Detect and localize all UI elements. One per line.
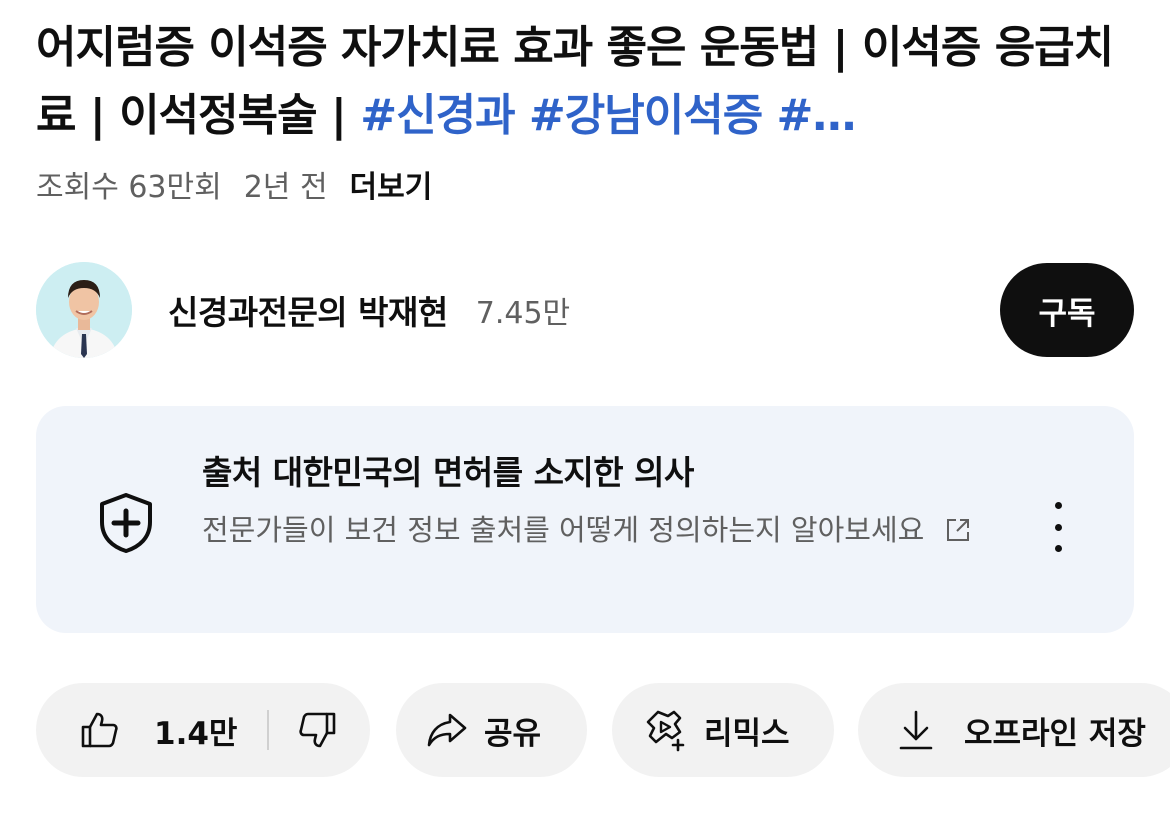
share-button[interactable]: 공유 — [396, 683, 587, 777]
view-count: 조회수 63만회 — [36, 170, 222, 205]
video-title[interactable]: 어지럼증 이석증 자가치료 효과 좋은 운동법 | 이석증 응급치료 | 이석정… — [36, 14, 1136, 150]
thumbs-down-icon[interactable] — [297, 710, 337, 750]
remix-button[interactable]: 리믹스 — [612, 683, 834, 777]
channel-avatar[interactable] — [36, 262, 132, 358]
subscribe-button[interactable]: 구독 — [1000, 263, 1134, 357]
share-icon — [427, 713, 467, 747]
more-button[interactable]: 더보기 — [350, 168, 433, 208]
download-icon — [899, 710, 933, 750]
doctor-avatar-icon — [36, 262, 132, 358]
channel-name[interactable]: 신경과전문의 박재현 — [168, 286, 448, 334]
card-heading: 출처 대한민국의 면허를 소지한 의사 — [202, 453, 694, 492]
channel-row: 신경과전문의 박재현 7.45만 구독 — [36, 262, 1134, 358]
external-link-icon — [946, 519, 969, 541]
card-description-text: 전문가들이 보건 정보 출처를 어떻게 정의하는지 알아보세요 — [202, 513, 925, 547]
offline-save-label: 오프라인 저장 — [964, 715, 1146, 752]
upload-age: 2년 전 — [243, 170, 328, 205]
remix-label: 리믹스 — [704, 715, 790, 752]
shield-plus-icon — [100, 493, 152, 553]
like-dislike-group: 1.4만 — [36, 683, 370, 777]
like-count: 1.4만 — [154, 715, 238, 752]
video-details-page: 어지럼증 이석증 자가치료 효과 좋은 운동법 | 이석증 응급치료 | 이석정… — [0, 0, 1170, 826]
offline-save-button[interactable]: 오프라인 저장 — [858, 683, 1170, 777]
more-vert-icon[interactable] — [1042, 502, 1074, 552]
remix-icon — [646, 710, 685, 752]
subscriber-count: 7.45만 — [475, 296, 571, 331]
thumbs-up-icon[interactable] — [80, 710, 120, 750]
video-meta: 조회수 63만회 2년 전 더보기 — [36, 168, 432, 208]
health-source-card[interactable]: 출처 대한민국의 면허를 소지한 의사 전문가들이 보건 정보 출처를 어떻게 … — [36, 406, 1134, 633]
like-divider — [267, 710, 270, 750]
video-hashtags[interactable]: #신경과 #강남이석증 #… — [360, 90, 856, 141]
card-description[interactable]: 전문가들이 보건 정보 출처를 어떻게 정의하는지 알아보세요 — [202, 508, 1022, 553]
share-label: 공유 — [484, 715, 542, 752]
